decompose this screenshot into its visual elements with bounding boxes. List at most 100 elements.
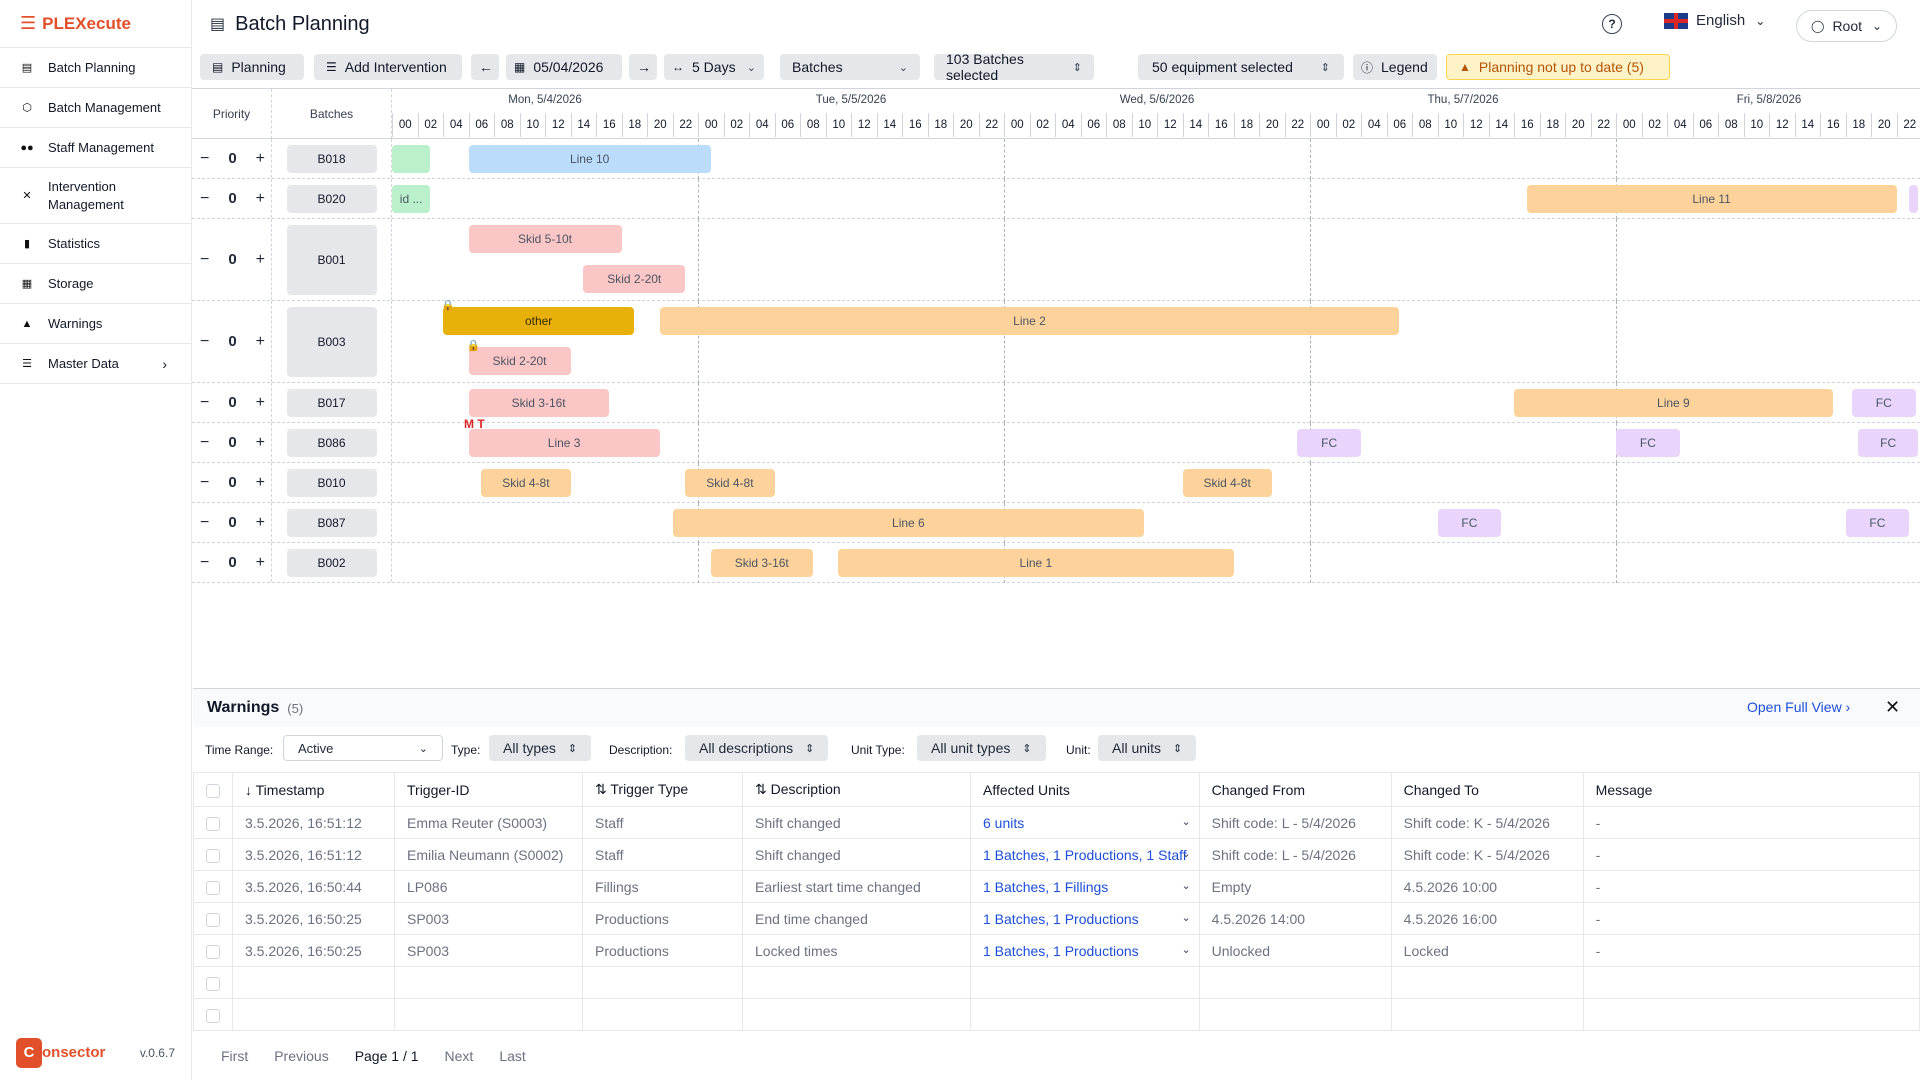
- gantt-bar[interactable]: [1909, 185, 1918, 213]
- gantt-bar[interactable]: Line 2: [659, 307, 1400, 335]
- legend-button[interactable]: ⓘ Legend: [1353, 54, 1437, 80]
- sidebar-item-staff-management[interactable]: ●● Staff Management: [0, 128, 191, 168]
- decrease-priority-button[interactable]: −: [200, 251, 209, 269]
- affected-units-cell[interactable]: 1 Batches, 1 Productions ⌄: [970, 902, 1200, 935]
- decrease-priority-button[interactable]: −: [200, 554, 209, 572]
- gantt-bar[interactable]: Skid 2-20t: [468, 347, 571, 375]
- batch-chip[interactable]: B001: [286, 224, 377, 295]
- sidebar-item-batch-management[interactable]: ⬡ Batch Management: [0, 88, 191, 128]
- batch-chip[interactable]: B017: [286, 388, 377, 417]
- range-select[interactable]: ↔ 5 Days ⌄: [664, 54, 764, 80]
- gantt-bar[interactable]: Line 3: [468, 429, 660, 457]
- batch-chip[interactable]: B003: [286, 306, 377, 377]
- column-timestamp[interactable]: ↓ Timestamp: [232, 772, 395, 807]
- column-message[interactable]: Message: [1582, 772, 1920, 807]
- sidebar-item-master-data[interactable]: ☰ Master Data ›: [0, 344, 191, 384]
- row-checkbox[interactable]: [206, 880, 220, 895]
- affected-units-cell[interactable]: 1 Batches, 1 Productions ⌄: [970, 934, 1200, 967]
- select-all-checkbox[interactable]: [206, 783, 220, 798]
- batch-chip[interactable]: B010: [286, 468, 377, 497]
- gantt-bar[interactable]: Line 6: [672, 509, 1145, 537]
- decrease-priority-button[interactable]: −: [200, 474, 209, 492]
- language-select[interactable]: English ⌄: [1664, 12, 1765, 29]
- column-trigger-type[interactable]: ⇅ Trigger Type: [582, 772, 743, 807]
- sidebar-item-statistics[interactable]: ▮ Statistics: [0, 224, 191, 264]
- gantt-bar[interactable]: Line 10: [468, 145, 711, 173]
- batch-chip[interactable]: B087: [286, 508, 377, 537]
- table-row[interactable]: 3.5.2026, 16:50:25 SP003 Productions Locked…: [193, 934, 1920, 967]
- row-checkbox[interactable]: [206, 912, 220, 927]
- user-menu-button[interactable]: ◯ Root ⌄: [1796, 10, 1898, 42]
- table-row[interactable]: 3.5.2026, 16:51:12 Emma Reuter (S0003) Sta…: [193, 806, 1920, 839]
- affected-units-link[interactable]: 1 Batches, 1 Productions, 1 Staff: [983, 847, 1187, 863]
- sidebar-item-storage[interactable]: ▦ Storage: [0, 264, 191, 304]
- row-checkbox[interactable]: [206, 816, 220, 831]
- increase-priority-button[interactable]: +: [256, 474, 265, 492]
- batch-chip[interactable]: B020: [286, 184, 377, 213]
- gantt-bar[interactable]: [392, 145, 431, 173]
- open-full-view-link[interactable]: Open Full View ›: [1747, 699, 1850, 715]
- gantt-bar[interactable]: Skid 4-8t: [1182, 469, 1272, 497]
- first-page-button[interactable]: First: [221, 1048, 248, 1064]
- last-page-button[interactable]: Last: [499, 1048, 525, 1064]
- add-intervention-button[interactable]: ☰ Add Intervention: [314, 54, 462, 80]
- gantt-bar[interactable]: FC: [1858, 429, 1918, 457]
- row-checkbox[interactable]: [206, 944, 220, 959]
- description-select[interactable]: All descriptions ⇕: [685, 735, 829, 761]
- batch-chip[interactable]: B002: [286, 548, 377, 577]
- increase-priority-button[interactable]: +: [256, 333, 265, 351]
- decrease-priority-button[interactable]: −: [200, 514, 209, 532]
- row-checkbox[interactable]: [206, 848, 220, 863]
- gantt-bar[interactable]: Skid 4-8t: [685, 469, 775, 497]
- gantt-bar[interactable]: other: [443, 307, 635, 335]
- gantt-bar[interactable]: Line 1: [838, 549, 1234, 577]
- column-description[interactable]: ⇅ Description: [742, 772, 971, 807]
- next-date-button[interactable]: →: [629, 54, 657, 80]
- affected-units-cell[interactable]: 6 units ⌄: [970, 806, 1200, 839]
- gantt-bar[interactable]: Line 11: [1526, 185, 1897, 213]
- affected-units-link[interactable]: 6 units: [983, 815, 1024, 831]
- decrease-priority-button[interactable]: −: [200, 434, 209, 452]
- date-picker[interactable]: ▦ 05/04/2026: [506, 54, 622, 80]
- sidebar-item-intervention-management[interactable]: ✕ Intervention Management: [0, 168, 191, 224]
- batch-chip[interactable]: B086: [286, 428, 377, 457]
- gantt-bar[interactable]: Skid 4-8t: [481, 469, 571, 497]
- affected-units-cell[interactable]: 1 Batches, 1 Productions, 1 Staff ⌄: [970, 838, 1200, 871]
- increase-priority-button[interactable]: +: [256, 514, 265, 532]
- view-select[interactable]: Batches ⌄: [780, 54, 920, 80]
- gantt-bar[interactable]: FC: [1297, 429, 1361, 457]
- increase-priority-button[interactable]: +: [256, 251, 265, 269]
- table-row[interactable]: 3.5.2026, 16:51:12 Emilia Neumann (S0002)…: [193, 838, 1920, 871]
- increase-priority-button[interactable]: +: [256, 394, 265, 412]
- gantt-bar[interactable]: FC: [1437, 509, 1502, 537]
- batch-chip[interactable]: B018: [286, 144, 377, 173]
- help-icon[interactable]: ?: [1602, 14, 1622, 34]
- previous-page-button[interactable]: Previous: [274, 1048, 328, 1064]
- unit-type-select[interactable]: All unit types ⇕: [917, 735, 1046, 761]
- planning-button[interactable]: ▤ Planning: [200, 54, 304, 80]
- increase-priority-button[interactable]: +: [256, 554, 265, 572]
- gantt-bar[interactable]: id ...: [392, 185, 431, 213]
- column-trigger-id[interactable]: Trigger-ID: [394, 772, 583, 807]
- gantt-bar[interactable]: FC: [1851, 389, 1916, 417]
- close-icon[interactable]: ✕: [1885, 697, 1900, 718]
- sidebar-item-warnings[interactable]: ▲ Warnings: [0, 304, 191, 344]
- affected-units-cell[interactable]: 1 Batches, 1 Fillings ⌄: [970, 870, 1200, 903]
- sidebar-item-batch-planning[interactable]: ▤ Batch Planning: [0, 48, 191, 88]
- decrease-priority-button[interactable]: −: [200, 333, 209, 351]
- next-page-button[interactable]: Next: [445, 1048, 474, 1064]
- unit-select[interactable]: All units ⇕: [1098, 735, 1197, 761]
- gantt-bar[interactable]: Skid 3-16t: [468, 389, 609, 417]
- increase-priority-button[interactable]: +: [256, 190, 265, 208]
- table-row[interactable]: 3.5.2026, 16:50:25 SP003 Productions End ti…: [193, 902, 1920, 935]
- decrease-priority-button[interactable]: −: [200, 150, 209, 168]
- decrease-priority-button[interactable]: −: [200, 394, 209, 412]
- gantt-bar[interactable]: FC: [1845, 509, 1910, 537]
- table-row[interactable]: 3.5.2026, 16:50:44 LP086 Fillings Earliest …: [193, 870, 1920, 903]
- previous-date-button[interactable]: ←: [471, 54, 499, 80]
- planning-warning-button[interactable]: ▲ Planning not up to date (5): [1446, 54, 1670, 80]
- row-checkbox[interactable]: [206, 1008, 220, 1023]
- column-affected-units[interactable]: Affected Units: [970, 772, 1200, 807]
- batches-select[interactable]: 103 Batches selected ⇕: [934, 51, 1094, 83]
- affected-units-link[interactable]: 1 Batches, 1 Productions: [983, 943, 1139, 959]
